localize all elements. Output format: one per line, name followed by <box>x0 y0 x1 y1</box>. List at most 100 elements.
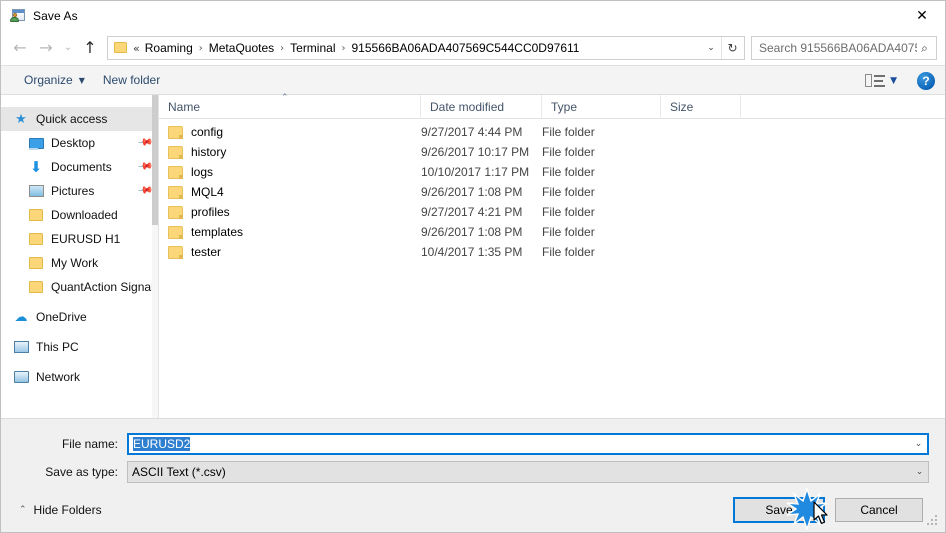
file-name-row: File name: EURUSD2 ⌄ <box>17 433 929 455</box>
type-cell: File folder <box>542 145 595 159</box>
file-name-cell: config <box>159 122 421 142</box>
breadcrumb-item-terminal-id[interactable]: 915566BA06ADA407569C544CC0D97611 <box>349 39 583 57</box>
breadcrumb-item-metaquotes[interactable]: MetaQuotes <box>206 39 277 57</box>
address-bar[interactable]: « Roaming › MetaQuotes › Terminal › 9155… <box>107 36 745 60</box>
table-row[interactable]: tester 10/4/2017 1:35 PM File folder <box>159 242 945 262</box>
sidebar-scrollbar-thumb[interactable] <box>152 95 158 225</box>
new-folder-button[interactable]: New folder <box>94 69 169 91</box>
new-folder-label: New folder <box>102 73 161 87</box>
table-row[interactable]: profiles 9/27/2017 4:21 PM File folder <box>159 202 945 222</box>
back-button[interactable]: ← <box>7 35 33 61</box>
breadcrumb-item-roaming[interactable]: Roaming <box>142 39 196 57</box>
folder-icon <box>113 41 129 55</box>
sidebar-item-label: Network <box>36 370 81 384</box>
close-icon[interactable]: ✕ <box>899 1 945 31</box>
chevron-down-icon[interactable]: ⌄ <box>701 37 721 59</box>
file-name-label: history <box>191 145 227 159</box>
file-name-value: EURUSD2 <box>129 437 910 451</box>
folder-icon <box>168 125 183 139</box>
column-header-label: Size <box>670 100 694 114</box>
breadcrumb-overflow-icon[interactable]: « <box>132 42 142 55</box>
sidebar-item-label: Desktop <box>51 136 96 150</box>
save-as-dialog: Save As ✕ ← → ⌄ ↑ « Roaming › MetaQuotes… <box>0 0 946 533</box>
chevron-down-icon[interactable]: ⌄ <box>911 467 928 477</box>
pictures-icon <box>26 183 46 200</box>
command-bar: Organize ▼ New folder ▼ ? <box>1 65 945 95</box>
search-icon[interactable]: ⌕ <box>917 41 932 56</box>
file-name-label: templates <box>191 225 244 239</box>
sidebar-item-label: EURUSD H1 <box>51 232 121 246</box>
pin-icon[interactable]: 📌 <box>135 182 154 198</box>
cancel-button[interactable]: Cancel <box>835 498 923 522</box>
chevron-down-icon[interactable]: ▼ <box>887 76 903 86</box>
save-as-type-select[interactable]: ASCII Text (*.csv) ⌄ <box>127 461 929 483</box>
column-header-date-modified[interactable]: Date modified <box>421 95 542 119</box>
sidebar-item-my-work[interactable]: My Work <box>1 251 158 275</box>
breadcrumb-separator-icon: › <box>341 42 346 54</box>
organize-button[interactable]: Organize ▼ <box>15 69 94 91</box>
type-cell: File folder <box>542 225 595 239</box>
chevron-down-icon[interactable]: ⌄ <box>910 439 927 449</box>
sidebar-scrollbar[interactable] <box>152 95 158 418</box>
sidebar-item-label: QuantAction Signal <box>51 280 154 294</box>
date-modified-cell: 9/26/2017 1:08 PM <box>421 185 523 199</box>
date-modified-cell: 9/27/2017 4:44 PM <box>421 125 523 139</box>
folder-icon <box>168 245 183 259</box>
breadcrumb-item-terminal[interactable]: Terminal <box>287 39 338 57</box>
pc-icon <box>11 339 31 356</box>
size-cell <box>661 162 741 182</box>
view-options-icon[interactable] <box>865 73 886 89</box>
chevron-down-icon: ▼ <box>78 75 85 85</box>
sidebar-item-onedrive[interactable]: ☁ OneDrive <box>1 305 158 329</box>
sidebar-item-desktop[interactable]: Desktop 📌 <box>1 131 158 155</box>
pin-icon[interactable]: 📌 <box>135 134 154 150</box>
date-modified-cell: 10/4/2017 1:35 PM <box>421 245 523 259</box>
file-name-selected-text: EURUSD2 <box>133 437 191 451</box>
table-row[interactable]: logs 10/10/2017 1:17 PM File folder <box>159 162 945 182</box>
type-cell: File folder <box>542 165 595 179</box>
folder-icon <box>26 255 46 272</box>
sidebar-item-pictures[interactable]: Pictures 📌 <box>1 179 158 203</box>
table-row[interactable]: templates 9/26/2017 1:08 PM File folder <box>159 222 945 242</box>
breadcrumb-separator-icon: › <box>198 42 203 54</box>
file-name-input[interactable]: EURUSD2 ⌄ <box>127 433 929 455</box>
breadcrumb-separator-icon: › <box>280 42 285 54</box>
folder-icon <box>168 165 183 179</box>
sidebar-item-quantaction-signal[interactable]: QuantAction Signal <box>1 275 158 299</box>
sort-ascending-icon: ⌃ <box>281 93 289 103</box>
refresh-icon[interactable]: ↻ <box>721 37 743 59</box>
network-icon <box>11 369 31 386</box>
hide-folders-button[interactable]: ⌃ Hide Folders <box>17 503 102 517</box>
search-input[interactable]: Search 915566BA06ADA40756... ⌕ <box>751 36 937 60</box>
download-icon: ⬇ <box>29 157 43 176</box>
save-as-type-row: Save as type: ASCII Text (*.csv) ⌄ <box>17 461 929 483</box>
column-header-name[interactable]: Name ⌃ <box>159 93 421 119</box>
sidebar-item-eurusd-h1[interactable]: EURUSD H1 <box>1 227 158 251</box>
sidebar-item-label: This PC <box>36 340 79 354</box>
forward-button[interactable]: → <box>33 35 59 61</box>
file-list: Name ⌃ Date modified Type Size config 9/… <box>159 93 945 418</box>
folder-icon <box>168 185 183 199</box>
column-header-type[interactable]: Type <box>542 95 661 119</box>
sidebar-item-quick-access[interactable]: ★ Quick access <box>1 107 158 131</box>
table-row[interactable]: MQL4 9/26/2017 1:08 PM File folder <box>159 182 945 202</box>
file-name-label: MQL4 <box>191 185 224 199</box>
resize-grip[interactable] <box>927 515 940 528</box>
navigation-pane: ★ Quick access Desktop 📌 ⬇ Documents 📌 P… <box>1 95 159 418</box>
table-row[interactable]: config 9/27/2017 4:44 PM File folder <box>159 122 945 142</box>
file-name-cell: MQL4 <box>159 182 421 202</box>
up-button[interactable]: ↑ <box>77 35 103 61</box>
table-row[interactable]: history 9/26/2017 10:17 PM File folder <box>159 142 945 162</box>
sidebar-item-downloaded[interactable]: Downloaded <box>1 203 158 227</box>
help-icon[interactable]: ? <box>917 72 935 90</box>
sidebar-item-documents[interactable]: ⬇ Documents 📌 <box>1 155 158 179</box>
column-header-size[interactable]: Size <box>661 95 741 119</box>
save-as-type-label: Save as type: <box>45 465 118 479</box>
recent-locations-button[interactable]: ⌄ <box>59 35 77 61</box>
folder-icon <box>26 207 46 224</box>
sidebar-item-this-pc[interactable]: This PC <box>1 335 158 359</box>
sidebar-item-network[interactable]: Network <box>1 365 158 389</box>
pin-icon[interactable]: 📌 <box>135 158 154 174</box>
save-button[interactable]: Save <box>733 497 825 523</box>
star-icon: ★ <box>15 111 27 127</box>
